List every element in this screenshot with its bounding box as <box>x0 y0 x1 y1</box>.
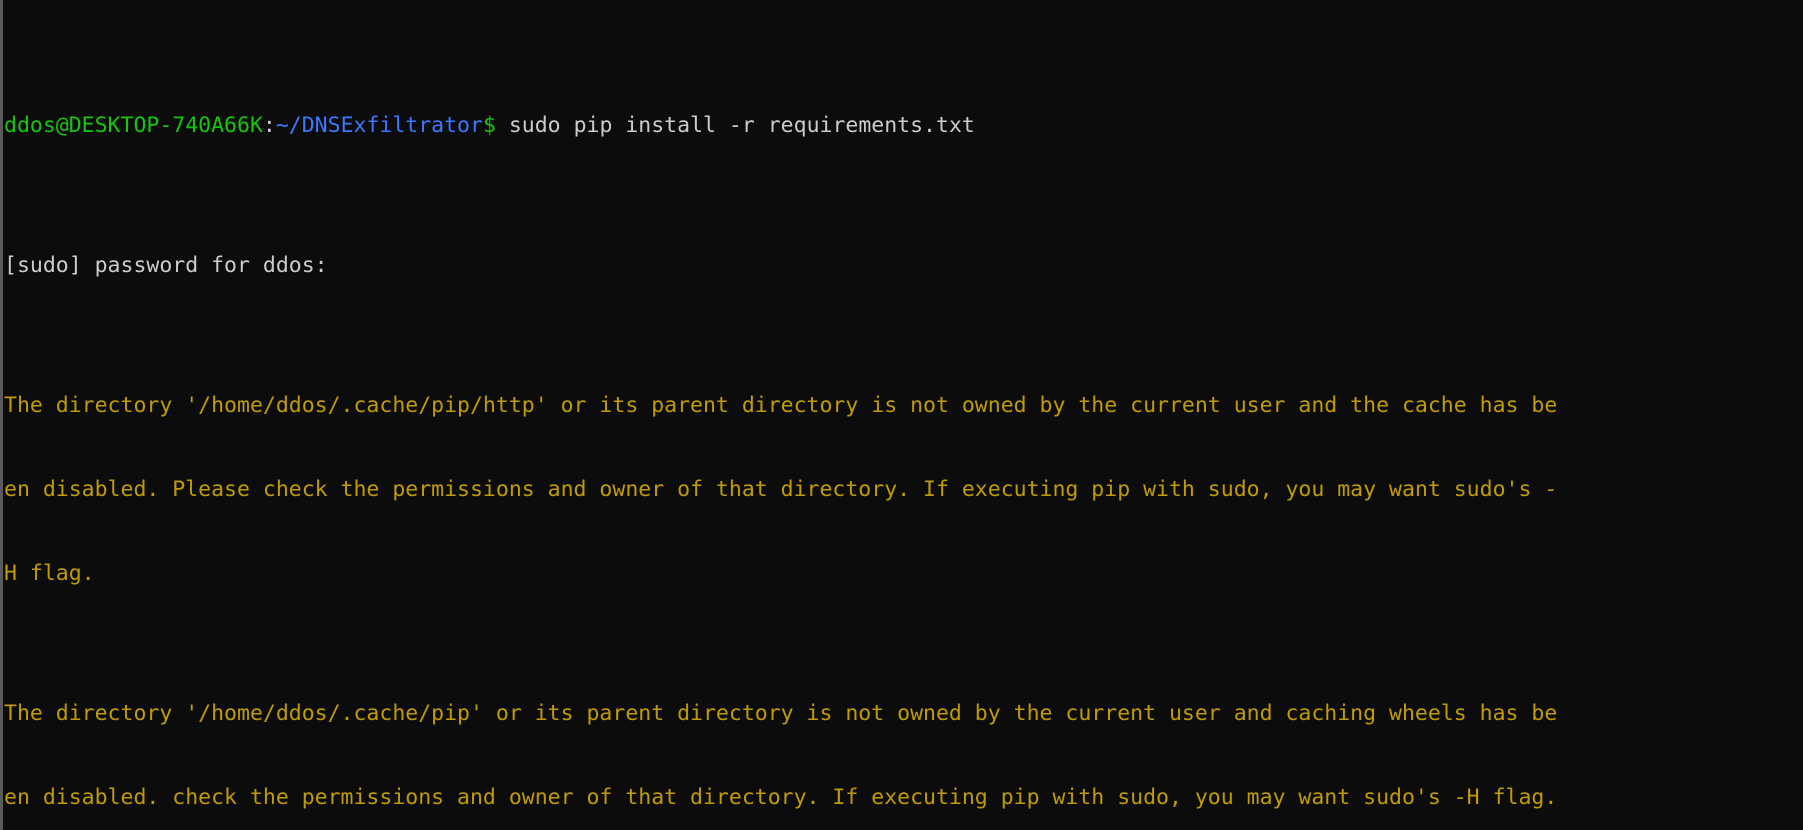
prompt-separator: : <box>262 113 276 138</box>
terminal-line-warning1-b: en disabled. Please check the permission… <box>4 477 1558 502</box>
prompt-user-host: ddos@DESKTOP-740A66K <box>4 113 263 138</box>
terminal-line-warning1-c: H flag. <box>4 561 95 586</box>
terminal-line-sudo-password: [sudo] password for ddos: <box>4 253 328 278</box>
terminal-line-warning1-a: The directory '/home/ddos/.cache/pip/htt… <box>4 393 1558 418</box>
terminal-line-warning2-a: The directory '/home/ddos/.cache/pip' or… <box>4 701 1558 726</box>
terminal-line-warning2-b: en disabled. check the permissions and o… <box>4 785 1558 810</box>
prompt-sigil: $ <box>482 113 496 138</box>
terminal-window[interactable]: ddos@DESKTOP-740A66K:~/DNSExfiltrator$ s… <box>0 0 1803 830</box>
terminal-screen[interactable]: ddos@DESKTOP-740A66K:~/DNSExfiltrator$ s… <box>3 0 1803 830</box>
terminal-line-command-pip: ddos@DESKTOP-740A66K:~/DNSExfiltrator$ s… <box>4 112 1803 140</box>
command-pip-install: sudo pip install -r requirements.txt <box>495 113 975 138</box>
prompt-path: ~/DNSExfiltrator <box>275 113 483 138</box>
